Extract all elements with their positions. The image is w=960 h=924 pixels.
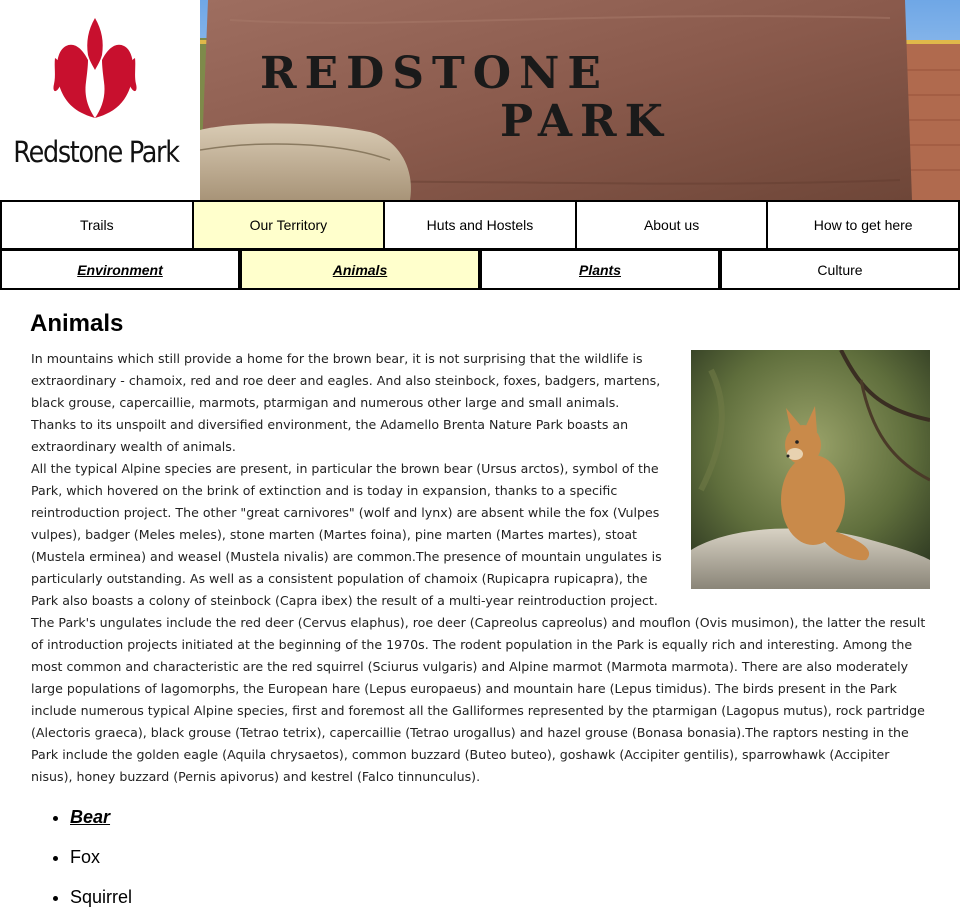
park-sign-image: REDSTONE PARK: [200, 0, 960, 200]
banner-text-line1: REDSTONE: [260, 48, 609, 99]
animal-list: Bear Fox Squirrel: [30, 804, 930, 924]
site-header: Redstone Park REDSTONE PARK: [0, 0, 960, 200]
list-item-fox: Fox: [70, 844, 930, 884]
page-title: Animals: [30, 310, 124, 337]
fox-image: [691, 349, 931, 589]
subtab-animals[interactable]: Animals: [240, 250, 480, 290]
tab-how-to-get-here[interactable]: How to get here: [767, 200, 960, 250]
tab-trails[interactable]: Trails: [0, 200, 193, 250]
list-item-bear[interactable]: Bear: [70, 804, 930, 844]
fox-photo: [691, 349, 931, 589]
subtab-plants[interactable]: Plants: [480, 250, 720, 290]
subtab-environment[interactable]: Environment: [0, 250, 240, 290]
subtab-culture[interactable]: Culture: [720, 250, 960, 290]
park-sign-banner: REDSTONE PARK: [200, 0, 960, 200]
tab-huts-and-hostels[interactable]: Huts and Hostels: [384, 200, 576, 250]
main-content: Animals In mountains which still provide…: [30, 290, 931, 924]
banner-text-line2: PARK: [500, 96, 671, 147]
site-logo[interactable]: Redstone Park: [0, 0, 200, 200]
tulip-logo-icon: [53, 18, 137, 118]
primary-nav: Trails Our Territory Huts and Hostels Ab…: [0, 200, 960, 250]
tab-about-us[interactable]: About us: [575, 200, 768, 250]
list-item-squirrel: Squirrel: [70, 884, 930, 924]
logo-text: Redstone Park: [13, 135, 180, 169]
secondary-nav: Environment Animals Plants Culture: [0, 250, 960, 290]
tab-our-territory[interactable]: Our Territory: [192, 200, 385, 250]
